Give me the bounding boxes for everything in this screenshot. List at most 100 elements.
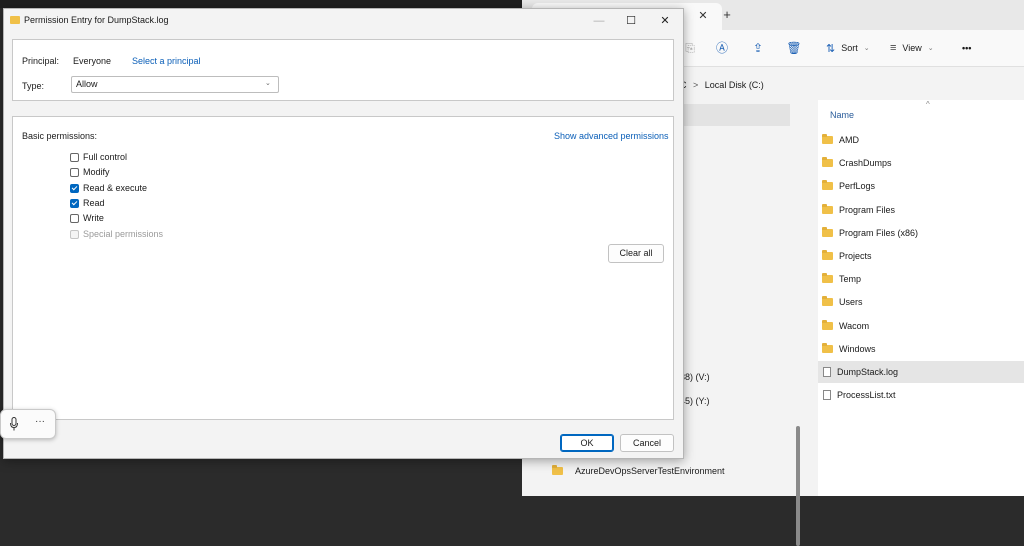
list-item[interactable]: Program Files (x86) [818, 222, 1024, 244]
type-select[interactable]: Allow ⌄ [71, 76, 279, 93]
folder-icon [822, 203, 833, 214]
folder-icon [822, 157, 833, 168]
permission-label: Special permissions [83, 229, 164, 239]
sort-button[interactable]: ⇅ Sort ⌄ [826, 39, 870, 57]
nav-item-drive-v[interactable]: 38) (V:) [680, 372, 710, 382]
share-icon[interactable]: ⇪ [750, 40, 766, 56]
new-tab-button[interactable]: + [718, 6, 736, 24]
list-item[interactable]: CrashDumps [818, 152, 1024, 174]
maximize-button[interactable]: ☐ [616, 12, 646, 30]
file-icon [823, 390, 831, 401]
permission-row[interactable]: Write [70, 211, 104, 225]
list-item[interactable]: Users [818, 291, 1024, 313]
dialog-title: Permission Entry for DumpStack.log [24, 15, 169, 25]
list-item[interactable]: Temp [818, 268, 1024, 290]
list-item[interactable]: Windows [818, 338, 1024, 360]
list-item[interactable]: ProcessList.txt [818, 384, 1024, 406]
cancel-button[interactable]: Cancel [620, 434, 674, 452]
list-item-name: Wacom [839, 320, 870, 331]
permission-label: Read & execute [83, 183, 148, 193]
close-button[interactable]: ✕ [650, 12, 680, 30]
permission-row[interactable]: Read & execute [70, 181, 147, 195]
principal-label: Principal: [22, 56, 60, 66]
folder-icon [822, 296, 833, 307]
delete-icon[interactable]: 🗑 [786, 40, 802, 56]
rename-icon[interactable]: Ⓐ [714, 40, 730, 56]
folder-icon [10, 16, 20, 24]
permission-checkbox[interactable] [70, 198, 79, 208]
sort-icon: ⇅ [826, 42, 836, 55]
principal-value: Everyone [73, 56, 112, 66]
chevron-down-icon: ⌄ [265, 80, 271, 87]
permission-row[interactable]: Modify [70, 165, 110, 179]
view-button[interactable]: ≡ View ⌄ [890, 39, 934, 57]
show-advanced-permissions-link[interactable]: Show advanced permissions [554, 131, 669, 141]
file-list: ^ Name AMD CrashDumps PerfLogs Program File… [818, 100, 1024, 496]
chevron-down-icon: ⌄ [863, 45, 870, 52]
nav-item-drive-y[interactable]: 45) (Y:) [680, 396, 710, 406]
list-item[interactable]: Projects [818, 245, 1024, 267]
type-label: Type: [22, 81, 45, 91]
folder-icon [822, 180, 833, 191]
chevron-down-icon: ⌄ [927, 45, 934, 52]
list-item-name: Program Files [839, 204, 896, 215]
basic-permissions-label: Basic permissions: [22, 131, 98, 141]
list-item-name: DumpStack.log [837, 367, 899, 377]
nav-scrollbar[interactable] [796, 426, 800, 546]
list-item-name: Program Files (x86) [839, 227, 919, 238]
tab-close-icon[interactable]: ✕ [695, 8, 711, 24]
list-item[interactable]: PerfLogs [818, 175, 1024, 197]
select-principal-link[interactable]: Select a principal [132, 56, 201, 66]
folder-icon [822, 273, 833, 284]
view-label: View [902, 43, 922, 53]
dialog-title-bar[interactable]: Permission Entry for DumpStack.log — ☐ ✕ [4, 9, 683, 31]
permission-label: Modify [83, 167, 110, 177]
breadcrumb-location[interactable]: Local Disk (C:) [705, 80, 764, 90]
permission-checkbox[interactable] [70, 213, 79, 223]
permission-label: Write [83, 213, 104, 223]
list-item-name: ProcessList.txt [837, 390, 896, 401]
permission-checkbox [70, 229, 79, 239]
list-item-name: Windows [839, 343, 876, 354]
minimize-button[interactable]: — [584, 12, 614, 30]
more-options-icon[interactable]: ··· [35, 416, 45, 427]
folder-icon [822, 134, 833, 144]
list-item[interactable]: Wacom [818, 315, 1024, 337]
nav-item-folder[interactable]: AzureDevOpsServerTestEnvironment [552, 465, 725, 476]
column-header-name[interactable]: Name [830, 110, 854, 120]
permissions-panel: Basic permissions: Show advanced permiss… [12, 116, 674, 420]
list-item-name: CrashDumps [839, 158, 892, 169]
list-item-name: Projects [839, 251, 872, 261]
more-options-button[interactable]: ••• [962, 39, 971, 57]
paste-icon[interactable]: ⎘ [682, 40, 698, 56]
list-item-name: Temp [839, 274, 862, 285]
microphone-icon[interactable] [9, 417, 19, 431]
sort-caret-icon: ^ [926, 100, 930, 109]
list-item-name: Users [839, 297, 863, 308]
list-item[interactable]: Program Files [818, 199, 1024, 221]
permission-checkbox[interactable] [70, 183, 79, 193]
permission-row[interactable]: Read [70, 196, 105, 210]
breadcrumb-separator: > [693, 80, 699, 90]
permission-checkbox[interactable] [70, 167, 79, 177]
permission-row: Special permissions [70, 227, 163, 241]
list-item[interactable]: DumpStack.log [818, 361, 1024, 383]
folder-icon [822, 226, 833, 237]
permission-row[interactable]: Full control [70, 150, 127, 164]
ok-button[interactable]: OK [560, 434, 614, 452]
breadcrumb: C > Local Disk (C:) [680, 80, 764, 90]
voice-typing-toolbar: ··· [0, 409, 56, 439]
permission-label: Full control [83, 152, 128, 162]
permission-label: Read [83, 198, 105, 208]
permission-entry-dialog: Permission Entry for DumpStack.log — ☐ ✕… [3, 8, 684, 459]
permission-checkbox[interactable] [70, 152, 79, 162]
sort-label: Sort [841, 43, 858, 53]
clear-all-button[interactable]: Clear all [608, 244, 664, 263]
folder-icon [822, 342, 833, 353]
list-item[interactable]: AMD [818, 129, 1024, 151]
nav-selected-item[interactable] [670, 104, 790, 126]
folder-icon [822, 319, 833, 330]
type-selected-value: Allow [76, 79, 98, 89]
principal-panel: Principal: Everyone Select a principal T… [12, 39, 674, 101]
folder-icon [822, 250, 833, 260]
